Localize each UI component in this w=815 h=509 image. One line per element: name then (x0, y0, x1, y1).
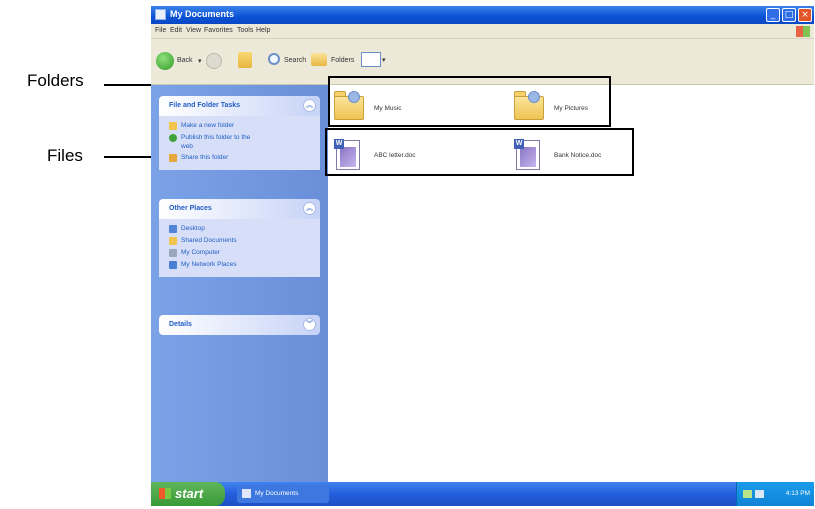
collapse-chevron-icon[interactable]: ︽ (303, 99, 316, 112)
title-bar[interactable]: My Documents _ □ × (151, 6, 814, 24)
system-tray: 4:13 PM (736, 482, 814, 506)
new-folder-icon (169, 122, 177, 130)
expand-chevron-icon[interactable]: ︾ (303, 318, 316, 331)
place-label: My Computer (181, 249, 221, 256)
task-label: Share this folder (181, 154, 229, 161)
menu-favorites[interactable]: Favorites (204, 27, 233, 34)
network-icon[interactable] (743, 490, 752, 498)
windows-logo-icon (796, 26, 810, 37)
window-title: My Documents (170, 9, 235, 19)
forward-arrow-icon[interactable] (206, 53, 222, 69)
panel-title: Other Places (169, 205, 212, 212)
taskbar: start My Documents 4:13 PM (151, 482, 814, 506)
task-label: Make a new folder (181, 122, 235, 129)
panel-body: Make a new folder Publish this folder to… (159, 116, 320, 170)
details-panel: Details ︾ (159, 315, 320, 335)
task-make-new-folder[interactable]: Make a new folder (159, 120, 320, 132)
panel-title: Details (169, 321, 192, 328)
start-label: start (175, 486, 204, 501)
folders-button-label[interactable]: Folders (331, 57, 354, 64)
panel-header[interactable]: File and Folder Tasks ︽ (159, 96, 320, 116)
minimize-button[interactable]: _ (766, 8, 780, 22)
task-label: Publish this folder to the (181, 134, 251, 141)
back-arrow-icon[interactable] (156, 52, 174, 70)
file-folder-tasks-panel: File and Folder Tasks ︽ Make a new folde… (159, 96, 320, 170)
place-desktop[interactable]: Desktop (159, 223, 320, 235)
taskbar-my-documents[interactable]: My Documents (237, 485, 329, 503)
menu-bar: File Edit View Favorites Tools Help (151, 24, 814, 39)
views-icon[interactable] (361, 52, 381, 67)
place-label: Desktop (181, 225, 205, 232)
folders-callout-label: Folders (27, 71, 84, 90)
back-button-label[interactable]: Back (177, 57, 193, 64)
clock[interactable]: 4:13 PM (786, 490, 810, 497)
folders-callout-box (328, 76, 611, 127)
collapse-chevron-icon[interactable]: ︽ (303, 202, 316, 215)
place-shared-documents[interactable]: Shared Documents (159, 235, 320, 247)
files-callout-label: Files (47, 146, 83, 165)
menu-help[interactable]: Help (256, 27, 270, 34)
menu-file[interactable]: File (155, 27, 166, 34)
publish-web-icon (169, 134, 177, 142)
panel-header[interactable]: Details ︾ (159, 315, 320, 335)
close-button[interactable]: × (798, 8, 812, 22)
place-my-computer[interactable]: My Computer (159, 247, 320, 259)
place-network-places[interactable]: My Network Places (159, 259, 320, 271)
taskbar-button-label: My Documents (255, 490, 299, 497)
share-folder-icon (169, 154, 177, 162)
task-pane: File and Folder Tasks ︽ Make a new folde… (151, 85, 328, 482)
back-dropdown-icon[interactable]: ▾ (198, 57, 202, 65)
menu-edit[interactable]: Edit (170, 27, 182, 34)
folders-icon[interactable] (311, 53, 327, 66)
menu-tools[interactable]: Tools (237, 27, 253, 34)
panel-title: File and Folder Tasks (169, 102, 241, 109)
panel-header[interactable]: Other Places ︽ (159, 199, 320, 219)
my-computer-icon (169, 249, 177, 257)
folder-icon (242, 489, 251, 498)
place-label: My Network Places (181, 261, 237, 268)
place-label: Shared Documents (181, 237, 237, 244)
panel-body: Desktop Shared Documents My Computer My … (159, 219, 320, 277)
start-button[interactable]: start (151, 482, 225, 506)
search-button-label[interactable]: Search (284, 57, 306, 64)
desktop-icon (169, 225, 177, 233)
up-folder-icon[interactable] (238, 52, 252, 68)
windows-logo-icon (159, 488, 171, 499)
search-icon[interactable] (268, 53, 280, 65)
network-places-icon (169, 261, 177, 269)
volume-icon[interactable] (755, 490, 764, 498)
shared-documents-icon (169, 237, 177, 245)
files-callout-box (325, 128, 634, 176)
menu-view[interactable]: View (186, 27, 201, 34)
task-label-continuation: web (181, 143, 193, 150)
other-places-panel: Other Places ︽ Desktop Shared Documents … (159, 199, 320, 277)
task-web-continuation[interactable]: web (159, 143, 320, 152)
views-dropdown-icon[interactable]: ▾ (382, 56, 386, 64)
task-share-folder[interactable]: Share this folder (159, 152, 320, 164)
folder-icon (155, 9, 166, 20)
maximize-button[interactable]: □ (782, 8, 796, 22)
